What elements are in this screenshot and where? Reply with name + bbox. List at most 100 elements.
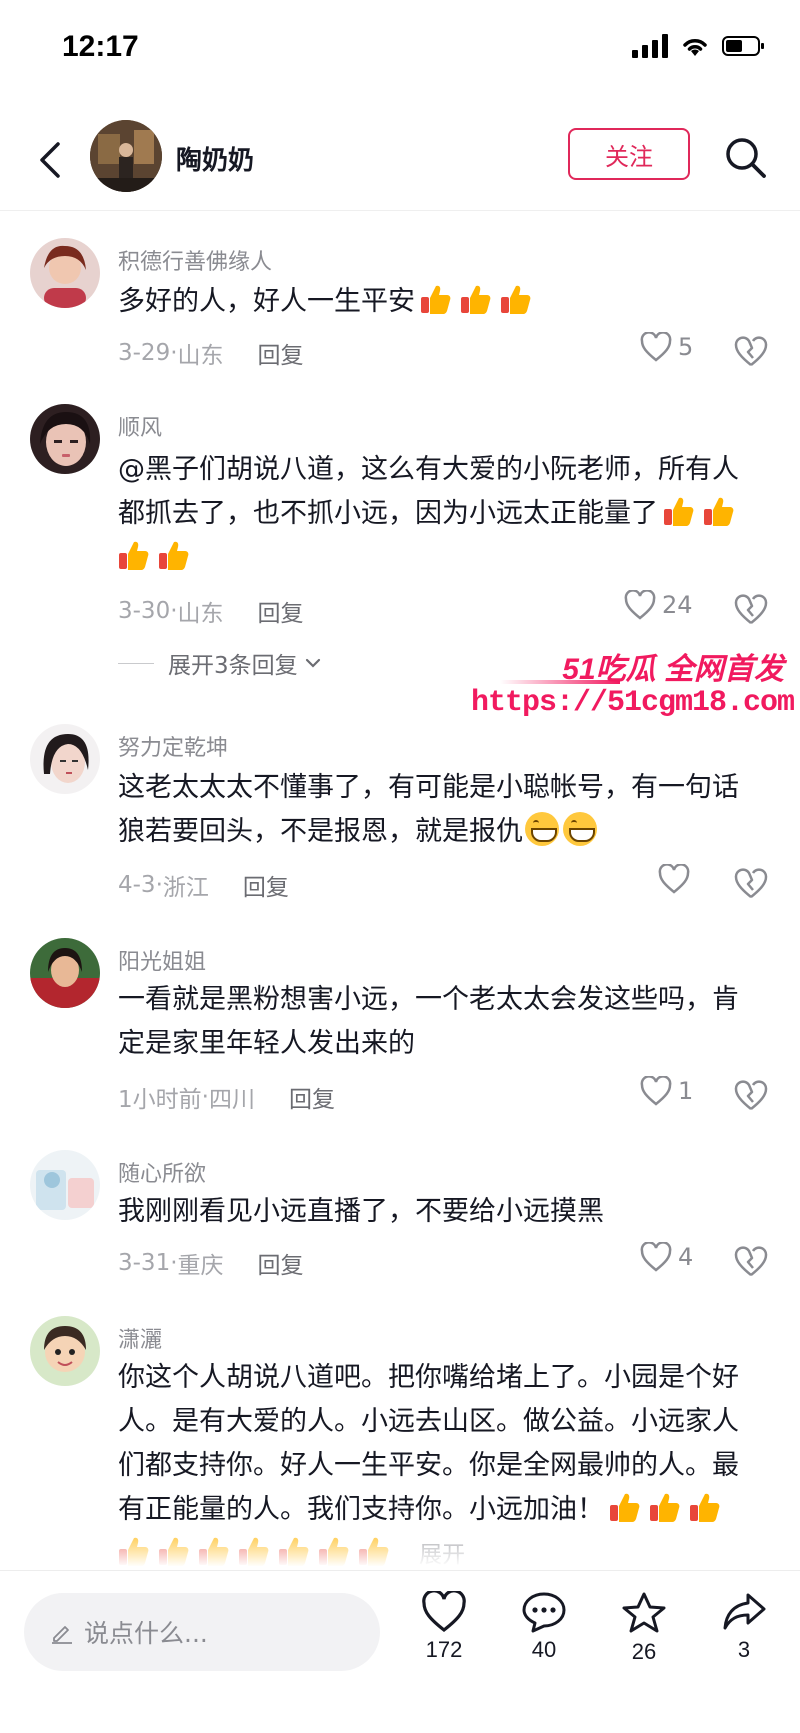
pencil-icon — [52, 1626, 72, 1644]
comment-text: @黑子们胡说八道，这么有大爱的小阮老师，所有人 都抓去了，也不抓小远，因为小远太… — [118, 448, 768, 580]
comment-meta: 3-30 · 山东 回复 — [118, 594, 304, 628]
comment-username[interactable]: 随心所欲 — [118, 1156, 206, 1188]
comment-username[interactable]: 顺风 — [118, 410, 162, 442]
comment-text: 多好的人，好人一生平安 — [118, 280, 768, 324]
comment-meta: 1小时前 · 四川 回复 — [118, 1080, 335, 1114]
comment-text: 我刚刚看见小远直播了，不要给小远摸黑 — [118, 1196, 604, 1227]
comment-date: 3-31 — [118, 1250, 171, 1276]
comment-line: 定是家里年轻人发出来的 — [118, 1028, 415, 1059]
comment-text: 这老太太太不懂事了，有可能是小聪帐号，有一句话 狼若要回头，不是报恩，就是报仇 — [118, 766, 768, 854]
favorite-action-button[interactable]: 26 — [604, 1591, 684, 1665]
grin-emoji-icon — [525, 812, 559, 846]
comment-avatar[interactable] — [30, 404, 100, 474]
bottom-bar: 说点什么... 172 40 26 3 — [0, 1570, 800, 1733]
comment-username[interactable]: 阳光姐姐 — [118, 944, 206, 976]
comment-username[interactable]: 积德行善佛缘人 — [118, 244, 272, 276]
thumbs-up-icon — [119, 541, 149, 570]
share-action-button[interactable]: 3 — [704, 1591, 784, 1663]
thumbs-up-icon — [421, 285, 451, 314]
reply-button[interactable]: 回复 — [258, 594, 304, 628]
like-button[interactable]: 24 — [624, 590, 693, 620]
grin-emoji-icon — [563, 812, 597, 846]
profile-name: 陶奶奶 — [176, 146, 255, 176]
reply-button[interactable]: 回复 — [258, 336, 304, 370]
like-button[interactable]: 1 — [640, 1076, 693, 1106]
comment-username[interactable]: 潇灑 — [118, 1322, 162, 1354]
comment-avatar[interactable] — [30, 938, 100, 1008]
comment-date: 3-29 — [118, 340, 171, 366]
comment-body: 多好的人，好人一生平安 — [118, 286, 415, 317]
comment-line: 这老太太太不懂事了，有可能是小聪帐号，有一句话 — [118, 772, 739, 803]
wifi-icon — [683, 39, 707, 56]
heart-icon — [640, 332, 672, 362]
comment-avatar[interactable] — [30, 238, 100, 308]
like-action-button[interactable]: 172 — [404, 1591, 484, 1663]
dislike-icon[interactable] — [734, 1244, 768, 1278]
comment-icon — [522, 1592, 566, 1633]
comment-line: 你这个人胡说八道吧。把你嘴给堵上了。小园是个好 — [118, 1362, 739, 1393]
dislike-icon[interactable] — [734, 592, 768, 626]
favorite-action-count: 26 — [631, 1639, 657, 1664]
comment-avatar[interactable] — [30, 1150, 100, 1220]
back-button[interactable] — [30, 136, 70, 184]
expand-replies-button[interactable]: 展开3条回复 — [118, 646, 322, 680]
reply-button[interactable]: 回复 — [258, 1246, 304, 1280]
search-button[interactable] — [722, 134, 770, 182]
status-icons — [632, 34, 766, 58]
thumbs-emoji-group — [113, 541, 193, 573]
comment-line: 一看就是黑粉想害小远，一个老太太会发这些吗，肯 — [118, 984, 739, 1015]
like-button[interactable]: 5 — [640, 332, 693, 362]
thumbs-up-icon — [690, 1493, 720, 1522]
heart-icon — [658, 864, 690, 894]
comment-line: 都抓去了，也不抓小远，因为小远太正能量了 — [118, 492, 768, 536]
follow-button[interactable]: 关注 — [568, 128, 690, 180]
like-button[interactable]: 4 — [640, 1242, 693, 1272]
heart-icon — [624, 590, 656, 620]
profile-avatar[interactable] — [90, 120, 162, 192]
comment-location: 重庆 — [177, 1253, 224, 1279]
status-bar: 12:17 — [0, 0, 800, 100]
comment-meta: 4-3 · 浙江 回复 — [118, 868, 289, 902]
watermark: 51吃瓜 全网首发 https://51cgm18.com — [471, 644, 800, 730]
dislike-icon[interactable] — [734, 334, 768, 368]
share-icon — [723, 1593, 766, 1630]
comment-text: 一看就是黑粉想害小远，一个老太太会发这些吗，肯 定是家里年轻人发出来的 — [118, 978, 768, 1066]
comment-date: 1小时前 — [118, 1087, 202, 1113]
comment-input[interactable]: 说点什么... — [24, 1593, 380, 1671]
search-icon — [726, 138, 766, 178]
comment-line: 狼若要回头，不是报恩，就是报仇 — [118, 810, 768, 854]
expand-replies-label: 展开3条回复 — [168, 653, 298, 679]
signal-icon — [632, 34, 668, 58]
comment-location: 四川 — [208, 1087, 255, 1113]
thumbs-up-icon — [159, 541, 189, 570]
comment-action-count: 40 — [531, 1637, 557, 1662]
like-action-count: 172 — [425, 1637, 463, 1662]
share-action-count: 3 — [737, 1637, 751, 1662]
comment-line: 们都支持你。好人一生平安。你是全网最帅的人。最 — [118, 1450, 739, 1481]
thumbs-up-icon — [704, 497, 734, 526]
heart-icon — [422, 1591, 466, 1633]
dislike-icon[interactable] — [734, 866, 768, 900]
reply-button[interactable]: 回复 — [243, 868, 289, 902]
reply-button[interactable]: 回复 — [289, 1080, 335, 1114]
thumbs-up-icon — [664, 497, 694, 526]
heart-icon — [640, 1076, 672, 1106]
star-icon — [622, 1592, 666, 1633]
comment-meta: 3-31 · 重庆 回复 — [118, 1246, 304, 1280]
comment-location: 山东 — [177, 343, 224, 369]
profile-header: 陶奶奶 关注 — [0, 110, 800, 211]
comment-avatar[interactable] — [30, 1316, 100, 1386]
comment-avatar[interactable] — [30, 724, 100, 794]
like-count: 24 — [662, 591, 693, 619]
comment-username[interactable]: 努力定乾坤 — [118, 730, 228, 762]
like-count: 1 — [678, 1077, 694, 1105]
comment-input-placeholder: 说点什么... — [84, 1619, 208, 1648]
like-button[interactable] — [658, 864, 690, 894]
comment-line: @黑子们胡说八道，这么有大爱的小阮老师，所有人 — [118, 454, 739, 485]
comment-line — [113, 536, 768, 580]
comment-action-button[interactable]: 40 — [504, 1591, 584, 1663]
dislike-icon[interactable] — [734, 1078, 768, 1112]
watermark-url: https://51cgm18.com — [470, 686, 795, 720]
thumbs-emoji-group — [415, 285, 535, 317]
thumbs-up-icon — [650, 1493, 680, 1522]
